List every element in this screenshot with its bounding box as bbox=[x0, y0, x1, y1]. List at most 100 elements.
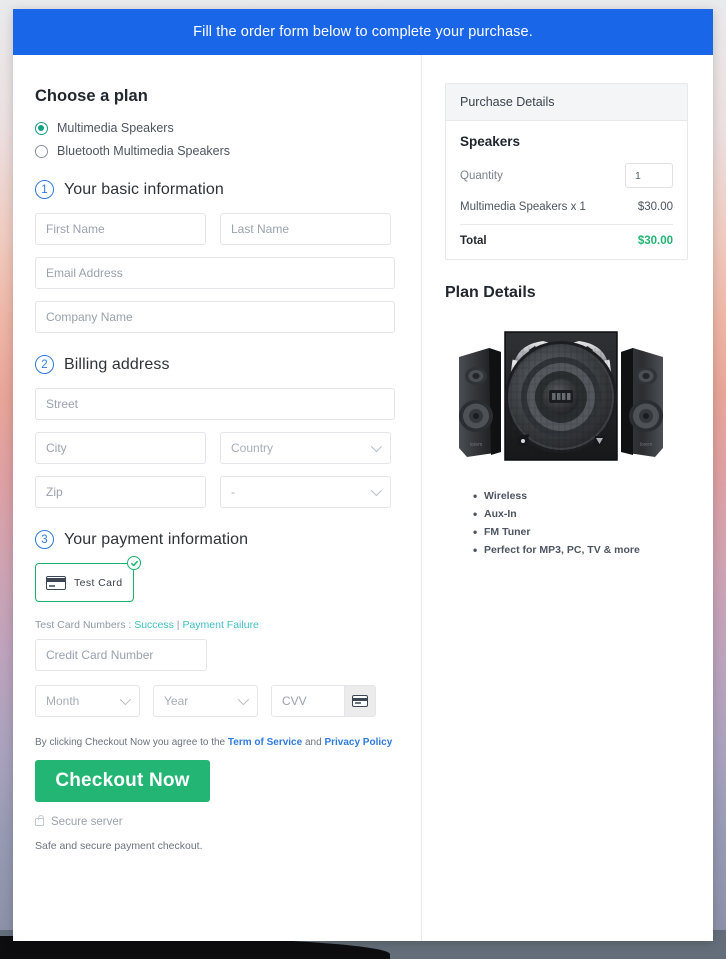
step-label: Your payment information bbox=[64, 530, 249, 548]
company-name-input[interactable]: Company Name bbox=[35, 301, 395, 333]
line-item-row: Multimedia Speakers x 1 $30.00 bbox=[460, 201, 673, 213]
line-item-label: Multimedia Speakers x 1 bbox=[460, 201, 586, 213]
email-row: Email Address bbox=[35, 257, 395, 289]
credit-card-number-input[interactable]: Credit Card Number bbox=[35, 639, 207, 671]
chevron-down-icon bbox=[119, 693, 132, 706]
zip-state-row: Zip - bbox=[35, 476, 395, 508]
street-input[interactable]: Street bbox=[35, 388, 395, 420]
total-row: Total $30.00 bbox=[460, 235, 673, 247]
chevron-down-icon bbox=[370, 484, 383, 497]
list-item: Perfect for MP3, PC, TV & more bbox=[473, 543, 690, 557]
plan-option-bluetooth-multimedia-speakers[interactable]: Bluetooth Multimedia Speakers bbox=[35, 144, 395, 158]
step-number-badge: 3 bbox=[35, 530, 54, 549]
total-amount: $30.00 bbox=[637, 235, 673, 247]
month-placeholder: Month bbox=[46, 694, 80, 708]
terms-of-service-link[interactable]: Term of Service bbox=[228, 737, 302, 748]
credit-card-placeholder: Credit Card Number bbox=[46, 648, 154, 662]
secure-server-note: Secure server bbox=[35, 815, 395, 828]
credit-card-icon bbox=[46, 575, 66, 590]
test-card-failure-link[interactable]: Payment Failure bbox=[182, 619, 258, 631]
checkout-now-button[interactable]: Checkout Now bbox=[35, 760, 210, 802]
country-placeholder: Country bbox=[231, 441, 274, 455]
email-input[interactable]: Email Address bbox=[35, 257, 395, 289]
email-placeholder: Email Address bbox=[46, 266, 123, 280]
list-item: Wireless bbox=[473, 489, 690, 503]
cvv-card-icon-button[interactable] bbox=[344, 686, 375, 716]
quantity-row: Quantity 1 bbox=[460, 163, 673, 188]
credit-card-row: Credit Card Number bbox=[35, 639, 395, 671]
expiry-month-select[interactable]: Month bbox=[35, 685, 140, 717]
safe-checkout-note: Safe and secure payment checkout. bbox=[35, 840, 203, 852]
zip-placeholder: Zip bbox=[46, 485, 63, 499]
choose-a-plan-heading: Choose a plan bbox=[35, 87, 148, 105]
banner-text: Fill the order form below to complete yo… bbox=[193, 24, 533, 40]
expiry-cvv-row: Month Year CVV bbox=[35, 685, 395, 717]
company-placeholder: Company Name bbox=[46, 310, 133, 324]
svg-text:lorem: lorem bbox=[470, 442, 483, 448]
purchase-details-header: Purchase Details bbox=[446, 84, 687, 121]
step-header-basic-information: 1 Your basic information bbox=[35, 180, 395, 199]
lock-icon bbox=[35, 815, 44, 826]
line-item-amount: $30.00 bbox=[637, 201, 673, 213]
plan-option-multimedia-speakers[interactable]: Multimedia Speakers bbox=[35, 121, 395, 135]
quantity-label: Quantity bbox=[460, 169, 503, 182]
step-number-badge: 1 bbox=[35, 180, 54, 199]
city-country-row: City Country bbox=[35, 432, 395, 464]
summary-column: Purchase Details Speakers Quantity 1 Mul… bbox=[422, 55, 713, 941]
plan-details-title: Plan Details bbox=[445, 284, 536, 301]
last-name-input[interactable]: Last Name bbox=[220, 213, 391, 245]
first-name-input[interactable]: First Name bbox=[35, 213, 206, 245]
chevron-down-icon bbox=[370, 440, 383, 453]
plan-features-list: Wireless Aux-In FM Tuner Perfect for MP3… bbox=[473, 489, 690, 557]
cvv-placeholder: CVV bbox=[282, 694, 307, 708]
checkout-card: Fill the order form below to complete yo… bbox=[13, 9, 713, 941]
company-row: Company Name bbox=[35, 301, 395, 333]
step-header-billing-address: 2 Billing address bbox=[35, 355, 395, 374]
quantity-input[interactable]: 1 bbox=[625, 163, 673, 188]
expiry-year-select[interactable]: Year bbox=[153, 685, 258, 717]
cvv-input[interactable]: CVV bbox=[271, 685, 376, 717]
last-name-placeholder: Last Name bbox=[231, 222, 290, 236]
order-form-column: Choose a plan Multimedia Speakers Blueto… bbox=[13, 55, 422, 941]
total-label: Total bbox=[460, 235, 487, 247]
svg-text:lorem: lorem bbox=[640, 442, 653, 448]
test-card-numbers-note: Test Card Numbers : Success | Payment Fa… bbox=[35, 619, 395, 631]
zip-input[interactable]: Zip bbox=[35, 476, 206, 508]
agreement-text: By clicking Checkout Now you agree to th… bbox=[35, 737, 395, 748]
divider bbox=[460, 224, 673, 225]
country-select[interactable]: Country bbox=[220, 432, 391, 464]
purchase-details-body: Speakers Quantity 1 Multimedia Speakers … bbox=[446, 121, 687, 259]
agreement-prefix: By clicking Checkout Now you agree to th… bbox=[35, 737, 228, 748]
list-item: FM Tuner bbox=[473, 525, 690, 539]
step-label: Billing address bbox=[64, 355, 170, 373]
city-input[interactable]: City bbox=[35, 432, 206, 464]
list-item: Aux-In bbox=[473, 507, 690, 521]
city-placeholder: City bbox=[46, 441, 67, 455]
step-header-payment-information: 3 Your payment information bbox=[35, 530, 395, 549]
privacy-policy-link[interactable]: Privacy Policy bbox=[324, 737, 392, 748]
plan-option-label: Multimedia Speakers bbox=[57, 121, 174, 135]
street-placeholder: Street bbox=[46, 397, 79, 411]
payment-method-test-card[interactable]: Test Card bbox=[35, 563, 134, 602]
payment-method-label: Test Card bbox=[74, 576, 123, 589]
radio-icon-selected[interactable] bbox=[35, 121, 48, 135]
state-placeholder: - bbox=[231, 485, 235, 499]
test-card-prefix: Test Card Numbers : bbox=[35, 619, 135, 631]
credit-card-icon bbox=[352, 695, 368, 707]
street-row: Street bbox=[35, 388, 395, 420]
agreement-middle: and bbox=[302, 737, 325, 748]
test-card-success-link[interactable]: Success bbox=[134, 619, 174, 631]
check-circle-icon bbox=[127, 556, 141, 570]
name-row: First Name Last Name bbox=[35, 213, 395, 245]
year-placeholder: Year bbox=[164, 694, 189, 708]
banner: Fill the order form below to complete yo… bbox=[13, 9, 713, 55]
payment-method-tile-wrapper: Test Card bbox=[35, 556, 141, 602]
radio-icon-unselected[interactable] bbox=[35, 144, 48, 158]
chevron-down-icon bbox=[237, 693, 250, 706]
first-name-placeholder: First Name bbox=[46, 222, 105, 236]
step-label: Your basic information bbox=[64, 180, 224, 198]
content-columns: Choose a plan Multimedia Speakers Blueto… bbox=[13, 55, 713, 941]
plan-option-label: Bluetooth Multimedia Speakers bbox=[57, 144, 231, 158]
product-title: Speakers bbox=[460, 134, 521, 149]
state-select[interactable]: - bbox=[220, 476, 391, 508]
